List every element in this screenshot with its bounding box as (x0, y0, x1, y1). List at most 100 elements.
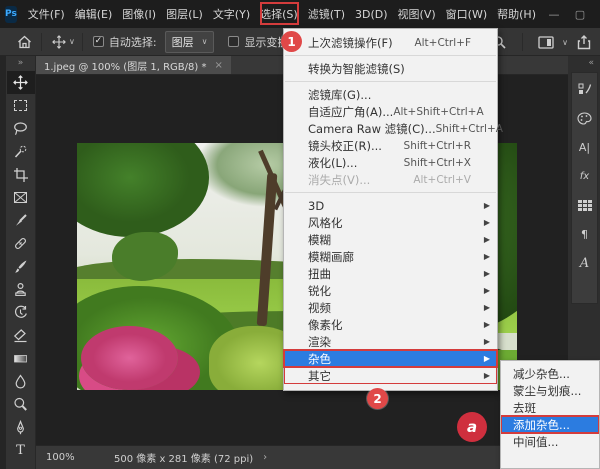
filter-menu-item-other[interactable]: 其它▶ (284, 367, 497, 384)
clone-stamp-tool[interactable] (7, 278, 35, 301)
panel-icon-strip: A| fx ¶ A (571, 72, 598, 304)
options-right-icons: ∨ (489, 28, 594, 56)
options-divider (82, 33, 83, 51)
frame-tool[interactable] (7, 186, 35, 209)
auto-select-label: 自动选择: (109, 34, 157, 50)
filter-menu-item-render[interactable]: 渲染▶ (284, 333, 497, 350)
menubar-item-help[interactable]: 帮助(H) (492, 2, 541, 26)
blur-tool[interactable] (7, 370, 35, 393)
watermark-badge: a (457, 412, 487, 442)
menubar-item-filter[interactable]: 滤镜(T) (303, 2, 350, 26)
window-controls: — ▢ ✕ (541, 8, 600, 21)
noise-item-dust-scratches[interactable]: 蒙尘与划痕... (501, 382, 599, 399)
photo-tree-canopy-left (77, 143, 209, 237)
type-tool[interactable]: T (7, 439, 35, 462)
filter-menu-item-stylize[interactable]: 风格化▶ (284, 214, 497, 231)
spot-healing-tool[interactable] (7, 232, 35, 255)
menubar-item-3d[interactable]: 3D(D) (350, 4, 393, 25)
filter-menu-item-adaptive-wide-angle[interactable]: 自适应广角(A)...Alt+Shift+Ctrl+A (284, 103, 497, 120)
quick-selection-tool[interactable] (7, 140, 35, 163)
filter-menu-item-smart-filters[interactable]: 转换为智能滤镜(S) (284, 60, 497, 77)
submenu-arrow-icon: ▶ (484, 286, 490, 295)
filter-menu-item-camera-raw[interactable]: Camera Raw 滤镜(C)...Shift+Ctrl+A (284, 120, 497, 137)
options-divider (522, 33, 523, 51)
noise-item-despeckle[interactable]: 去斑 (501, 399, 599, 416)
toolbar-expand-icon[interactable]: » (6, 56, 35, 71)
dodge-tool[interactable] (7, 393, 35, 416)
auto-select-checkbox[interactable]: ✓ (93, 36, 104, 47)
eyedropper-tool[interactable] (7, 209, 35, 232)
show-transform-checkbox[interactable] (228, 36, 239, 47)
document-tab[interactable]: 1.jpeg @ 100% (图层 1, RGB/8) * × (36, 56, 231, 74)
titlebar: Ps 文件(F) 编辑(E) 图像(I) 图层(L) 文字(Y) 选择(S) 滤… (0, 0, 600, 28)
zoom-level-field[interactable]: 100% (46, 452, 86, 463)
swatches-panel-icon[interactable] (578, 197, 592, 213)
menubar-item-image[interactable]: 图像(I) (117, 2, 161, 26)
auto-select-value: 图层 (172, 34, 194, 50)
menubar-item-edit[interactable]: 编辑(E) (70, 2, 118, 26)
status-chevron-icon[interactable]: › (263, 452, 267, 463)
chevron-down-icon[interactable]: ∨ (69, 37, 75, 46)
annotation-step-1: 1 (281, 31, 302, 52)
home-icon[interactable] (14, 32, 34, 52)
photo-pink-flowers (81, 326, 178, 390)
menu-separator (285, 55, 496, 56)
menubar-item-layer[interactable]: 图层(L) (161, 2, 208, 26)
move-tool[interactable] (7, 71, 35, 94)
filter-menu-item-distort[interactable]: 扭曲▶ (284, 265, 497, 282)
crop-tool[interactable] (7, 163, 35, 186)
maximize-button[interactable]: ▢ (567, 8, 593, 21)
filter-menu-item-filter-gallery[interactable]: 滤镜库(G)... (284, 86, 497, 103)
submenu-arrow-icon: ▶ (484, 354, 490, 363)
glyphs-panel-icon[interactable]: A (580, 255, 589, 271)
panel-collapse-icon[interactable]: « (568, 56, 600, 68)
gradient-tool[interactable] (7, 347, 35, 370)
options-divider (41, 33, 42, 51)
minimize-button[interactable]: — (541, 8, 567, 21)
filter-menu-item-sharpen[interactable]: 锐化▶ (284, 282, 497, 299)
workspace-layout-icon[interactable] (536, 32, 556, 52)
menubar-item-file[interactable]: 文件(F) (23, 2, 70, 26)
filter-menu-item-blur-gallery[interactable]: 模糊画廊▶ (284, 248, 497, 265)
submenu-arrow-icon: ▶ (484, 218, 490, 227)
adjustments-icon[interactable] (578, 81, 592, 97)
marquee-tool[interactable] (7, 94, 35, 117)
paragraph-panel-icon[interactable]: ¶ (581, 226, 588, 242)
type-tool-icon: T (16, 444, 25, 457)
noise-item-reduce-noise[interactable]: 减少杂色... (501, 365, 599, 382)
submenu-arrow-icon: ▶ (484, 320, 490, 329)
annotation-step-2: 2 (367, 388, 388, 409)
filter-menu-item-liquify[interactable]: 液化(L)...Shift+Ctrl+X (284, 154, 497, 171)
color-panel-icon[interactable] (577, 110, 592, 126)
noise-item-add-noise[interactable]: 添加杂色... (501, 416, 599, 433)
submenu-arrow-icon: ▶ (484, 235, 490, 244)
menubar-item-view[interactable]: 视图(V) (393, 2, 441, 26)
history-brush-tool[interactable] (7, 301, 35, 324)
noise-item-median[interactable]: 中间值... (501, 433, 599, 450)
filter-menu-item-pixelate[interactable]: 像素化▶ (284, 316, 497, 333)
filter-menu-item-last-filter[interactable]: 上次滤镜操作(F)Alt+Ctrl+F (284, 34, 497, 51)
menubar-item-window[interactable]: 窗口(W) (441, 2, 492, 26)
eraser-tool[interactable] (7, 324, 35, 347)
pen-tool[interactable] (7, 416, 35, 439)
tab-close-icon[interactable]: × (214, 60, 222, 71)
styles-panel-icon[interactable]: fx (580, 168, 589, 184)
filter-menu-item-3d[interactable]: 3D▶ (284, 197, 497, 214)
chevron-down-icon[interactable]: ∨ (562, 38, 568, 47)
close-button[interactable]: ✕ (593, 8, 600, 21)
submenu-arrow-icon: ▶ (484, 201, 490, 210)
filter-menu-item-video[interactable]: 视频▶ (284, 299, 497, 316)
share-icon[interactable] (574, 32, 594, 52)
submenu-arrow-icon: ▶ (484, 252, 490, 261)
lasso-tool[interactable] (7, 117, 35, 140)
brush-tool[interactable] (7, 255, 35, 278)
filter-menu-item-blur[interactable]: 模糊▶ (284, 231, 497, 248)
auto-select-target-dropdown[interactable]: 图层 ∨ (165, 31, 215, 53)
character-panel-icon[interactable]: A| (579, 139, 590, 155)
move-tool-preset-icon[interactable] (49, 32, 69, 52)
menubar-item-type[interactable]: 文字(Y) (208, 2, 255, 26)
filter-menu-item-noise[interactable]: 杂色▶ (284, 350, 497, 367)
grid-icon (578, 200, 592, 211)
filter-menu-item-lens-correction[interactable]: 镜头校正(R)...Shift+Ctrl+R (284, 137, 497, 154)
filter-menu: 上次滤镜操作(F)Alt+Ctrl+F 转换为智能滤镜(S) 滤镜库(G)...… (283, 28, 498, 391)
